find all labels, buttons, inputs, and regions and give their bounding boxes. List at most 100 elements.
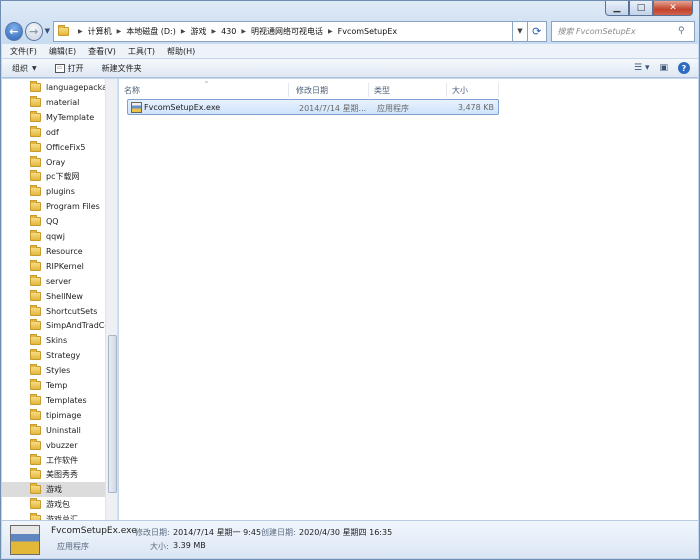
nav-folder-item[interactable]: Oray: [2, 155, 106, 170]
nav-folder-label: 美图秀秀: [46, 470, 78, 480]
scrollbar-thumb[interactable]: [108, 335, 117, 493]
folder-icon: [30, 334, 41, 346]
nav-folder-item[interactable]: OfficeFix5: [2, 140, 106, 155]
forward-button[interactable]: →: [24, 21, 43, 41]
nav-folder-label: Program Files: [46, 202, 100, 212]
refresh-button[interactable]: ⟳: [527, 20, 547, 42]
chevron-right-icon[interactable]: ▶: [78, 28, 83, 35]
folder-icon: [30, 408, 41, 420]
breadcrumb-computer[interactable]: 计算机: [88, 26, 112, 37]
back-button[interactable]: ←: [5, 21, 23, 41]
nav-folder-label: Oray: [46, 157, 66, 167]
nav-folder-item[interactable]: SimpAndTradCo: [2, 318, 106, 333]
breadcrumb-videophone[interactable]: 明视通网络可视电话: [251, 26, 323, 37]
details-size-value: 3.39 MB: [173, 541, 206, 550]
caption-buttons: ▁ □ ✕: [605, 1, 693, 16]
details-created-value: 2020/4/30 星期四 16:35: [299, 528, 393, 537]
nav-folder-item[interactable]: Skins: [2, 333, 106, 348]
breadcrumb-current[interactable]: FvcomSetupEx: [338, 27, 398, 36]
address-bar[interactable]: ▶ 计算机 ▶ 本地磁盘 (D:) ▶ 游戏 ▶ 430 ▶ 明视通网络可视电话 ▶ Fv…: [52, 20, 513, 42]
search-icon[interactable]: ⚲: [678, 26, 694, 36]
change-view-icon[interactable]: ☰ ▾: [634, 63, 649, 73]
close-button[interactable]: ✕: [653, 1, 693, 16]
folder-icon: [30, 364, 41, 376]
menu-edit[interactable]: 编辑(E): [49, 46, 76, 57]
explorer-window: ▁ □ ✕ ← → ▼ ▶ 计算机 ▶ 本地磁盘 (D:) ▶ 游戏 ▶ 430 ▶ 明…: [0, 0, 700, 560]
chevron-right-icon[interactable]: ▶: [328, 28, 333, 35]
nav-folder-label: Skins: [46, 336, 68, 346]
nav-folder-label: 游戏包: [46, 500, 70, 510]
nav-folder-item[interactable]: Resource: [2, 244, 106, 259]
nav-folder-item[interactable]: ShellNew: [2, 289, 106, 304]
minimize-button[interactable]: ▁: [605, 1, 629, 16]
nav-folder-item[interactable]: ShortcutSets: [2, 304, 106, 319]
new-folder-button[interactable]: 新建文件夹: [102, 63, 142, 74]
nav-folder-item[interactable]: languagepacka: [2, 80, 106, 95]
nav-folder-label: pc下载网: [46, 172, 80, 182]
nav-folder-item[interactable]: 游戏包: [2, 497, 106, 512]
preview-pane-icon[interactable]: ▣: [659, 63, 668, 73]
column-header-modified[interactable]: 修改日期: [291, 83, 369, 97]
details-filename: FvcomSetupEx.exe: [51, 526, 137, 536]
folder-icon: [30, 259, 41, 271]
nav-folder-item[interactable]: material: [2, 95, 106, 110]
nav-folder-label: OfficeFix5: [46, 142, 86, 152]
help-icon[interactable]: ?: [678, 62, 690, 74]
nav-folder-item[interactable]: odf: [2, 125, 106, 140]
folder-icon: [30, 393, 41, 405]
nav-folder-item[interactable]: qqwj: [2, 229, 106, 244]
nav-folder-item[interactable]: Styles: [2, 363, 106, 378]
nav-folder-label: qqwj: [46, 232, 65, 241]
nav-scrollbar[interactable]: [105, 79, 117, 521]
nav-folder-item[interactable]: 工作软件: [2, 453, 106, 468]
nav-folder-item[interactable]: 游戏: [2, 482, 106, 498]
nav-folder-item[interactable]: vbuzzer: [2, 438, 106, 453]
folder-icon: [30, 379, 41, 390]
organize-button[interactable]: 组织 ▼: [12, 63, 37, 74]
chevron-right-icon[interactable]: ▶: [117, 28, 122, 35]
column-header-type[interactable]: 类型: [369, 83, 447, 97]
details-size-label: 大小:: [150, 542, 169, 551]
maximize-button[interactable]: □: [629, 1, 653, 16]
menu-view[interactable]: 查看(V): [88, 46, 116, 57]
menu-tools[interactable]: 工具(T): [128, 46, 155, 57]
nav-folder-item[interactable]: MyTemplate: [2, 110, 106, 125]
nav-folder-item[interactable]: Temp: [2, 378, 106, 393]
exe-file-icon: [131, 101, 142, 113]
nav-folder-item[interactable]: server: [2, 274, 106, 289]
chevron-right-icon[interactable]: ▶: [241, 28, 246, 35]
folder-icon: [30, 289, 41, 301]
nav-folder-label: odf: [46, 127, 59, 137]
nav-folder-item[interactable]: Program Files: [2, 199, 106, 214]
address-dropdown-button[interactable]: ▼: [512, 20, 528, 42]
nav-folder-item[interactable]: plugins: [2, 184, 106, 199]
folder-icon: [30, 140, 41, 152]
open-button[interactable]: ▭ 打开: [54, 63, 84, 74]
menu-help[interactable]: 帮助(H): [167, 46, 195, 57]
column-header-size[interactable]: 大小: [447, 83, 499, 97]
breadcrumb-drive[interactable]: 本地磁盘 (D:): [126, 26, 176, 37]
recent-pages-dropdown[interactable]: ▼: [45, 27, 50, 35]
breadcrumb-430[interactable]: 430: [221, 27, 236, 36]
nav-folder-item[interactable]: Uninstall: [2, 423, 106, 438]
column-header-name[interactable]: ^ 名称: [119, 81, 289, 97]
nav-folder-item[interactable]: Templates: [2, 393, 106, 408]
nav-folder-item[interactable]: Strategy: [2, 348, 106, 363]
file-row[interactable]: FvcomSetupEx.exe 2014/7/14 星期... 应用程序 3,…: [127, 99, 499, 115]
nav-folder-item[interactable]: tipimage: [2, 408, 106, 423]
column-modified-label: 修改日期: [296, 85, 328, 95]
search-input[interactable]: 搜索 FvcomSetupEx: [558, 26, 678, 37]
nav-folder-item[interactable]: pc下载网: [2, 169, 106, 184]
folder-icon: [30, 155, 41, 167]
chevron-right-icon[interactable]: ▶: [181, 28, 186, 35]
chevron-right-icon[interactable]: ▶: [211, 28, 216, 35]
nav-folder-item[interactable]: 美图秀秀: [2, 467, 106, 482]
breadcrumb-games[interactable]: 游戏: [190, 26, 206, 37]
search-box[interactable]: 搜索 FvcomSetupEx ⚲: [550, 20, 695, 42]
menu-file[interactable]: 文件(F): [10, 46, 37, 57]
nav-folder-item[interactable]: QQ: [2, 214, 106, 229]
nav-folder-item[interactable]: RIPKernel: [2, 259, 106, 274]
folder-icon: [30, 95, 41, 107]
nav-folder-label: Strategy: [46, 351, 81, 361]
column-size-label: 大小: [452, 85, 468, 95]
